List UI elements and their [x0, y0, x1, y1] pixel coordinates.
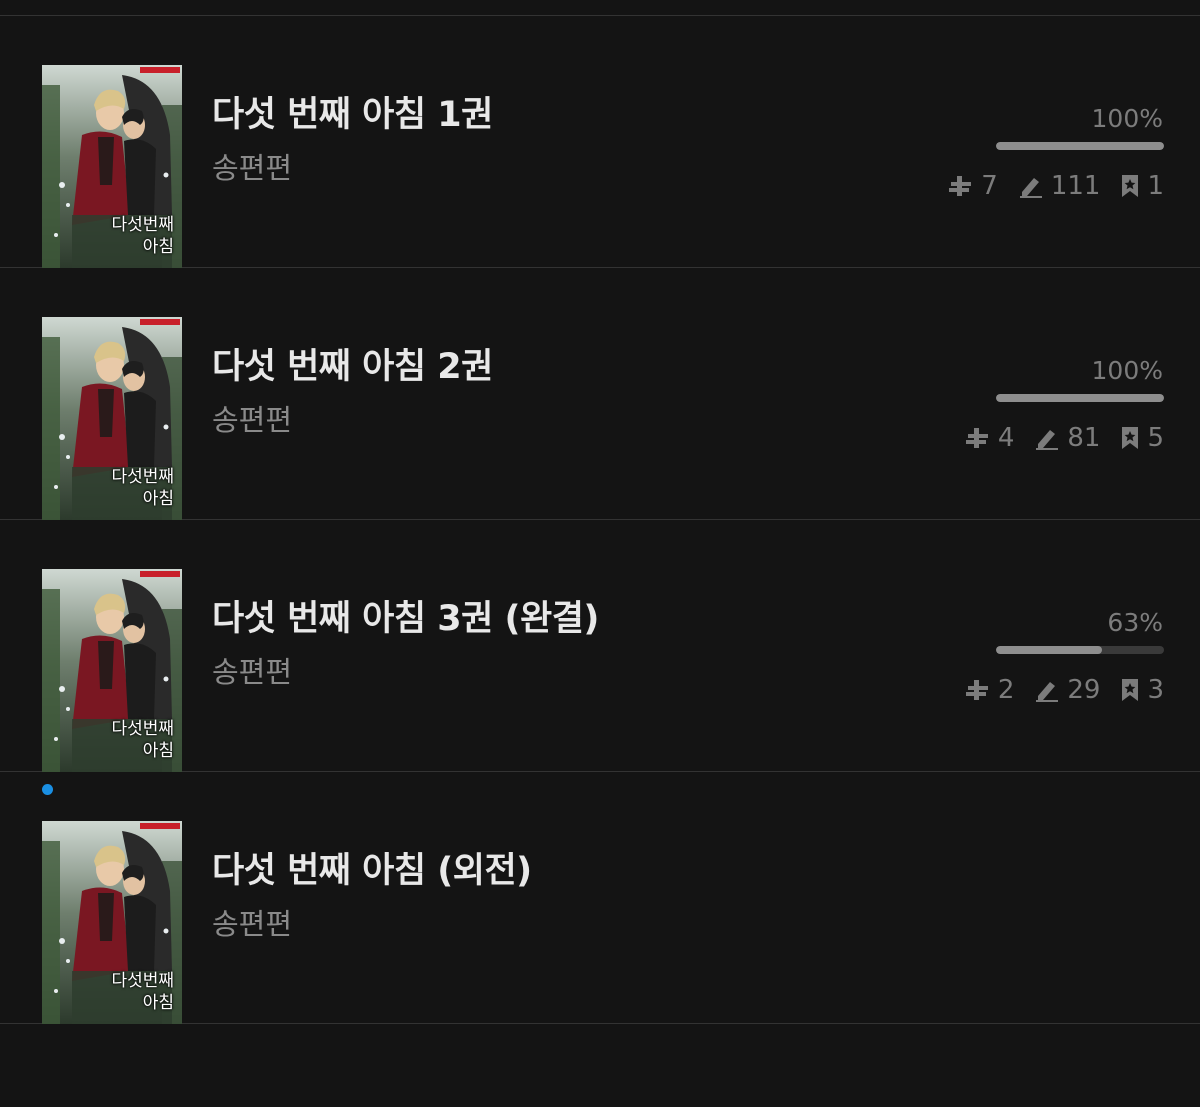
progress-bar [996, 394, 1164, 402]
book-list: 다섯번째 아침 다섯 번째 아침 1권 송편편 100% 7 111 1 다섯번… [0, 16, 1200, 1024]
highlight-stat[interactable]: 2 [965, 675, 1015, 705]
cover-badge [140, 319, 180, 325]
book-author: 송편편 [212, 403, 293, 437]
book-author: 송편편 [212, 907, 293, 941]
book-row[interactable]: 다섯번째 아침 다섯 번째 아침 3권 (완결) 송편편 63% 2 29 3 [0, 520, 1200, 772]
bookmark-icon [1120, 426, 1147, 450]
progress-bar [996, 646, 1164, 654]
bookmark-stat[interactable]: 3 [1120, 675, 1164, 705]
note-count: 29 [1067, 675, 1101, 705]
note-stat[interactable]: 29 [1034, 675, 1100, 705]
bookmark-count: 3 [1147, 675, 1164, 705]
book-row[interactable]: 다섯번째 아침 다섯 번째 아침 (외전) 송편편 [0, 772, 1200, 1024]
book-cover[interactable]: 다섯번째 아침 [42, 65, 182, 268]
cover-title: 다섯번째 아침 [111, 215, 174, 257]
pencil-icon [1034, 426, 1067, 450]
bookmark-stat[interactable]: 5 [1120, 423, 1164, 453]
progress-bar [996, 142, 1164, 150]
book-cover[interactable]: 다섯번째 아침 [42, 821, 182, 1024]
progress-percent: 63% [1107, 608, 1163, 637]
highlight-count: 7 [981, 171, 998, 201]
cover-title: 다섯번째 아침 [111, 719, 174, 761]
note-stat[interactable]: 111 [1018, 171, 1101, 201]
progress-percent: 100% [1091, 356, 1163, 385]
unread-dot [42, 784, 53, 795]
pencil-icon [1034, 678, 1067, 702]
highlight-icon [965, 678, 998, 702]
book-stats: 4 81 5 [945, 421, 1164, 455]
highlight-count: 2 [997, 675, 1015, 705]
book-title[interactable]: 다섯 번째 아침 3권 (완결) [212, 598, 599, 640]
note-count: 81 [1067, 423, 1101, 453]
highlight-icon [948, 174, 981, 198]
highlight-stat[interactable]: 7 [948, 171, 998, 201]
progress-fill [996, 142, 1164, 150]
cover-title: 다섯번째 아침 [111, 971, 174, 1013]
highlight-icon [965, 426, 998, 450]
cover-title: 다섯번째 아침 [111, 467, 174, 509]
bookmark-icon [1120, 678, 1147, 702]
note-stat[interactable]: 81 [1034, 423, 1100, 453]
cover-badge [140, 571, 180, 577]
bookmark-count: 1 [1147, 171, 1164, 201]
cover-badge [140, 67, 180, 73]
bookmark-icon [1120, 174, 1147, 198]
book-cover[interactable]: 다섯번째 아침 [42, 569, 182, 772]
cover-badge [140, 823, 180, 829]
book-stats: 7 111 1 [928, 169, 1164, 203]
library-page: 다섯번째 아침 다섯 번째 아침 1권 송편편 100% 7 111 1 다섯번… [0, 0, 1200, 1107]
book-row[interactable]: 다섯번째 아침 다섯 번째 아침 1권 송편편 100% 7 111 1 [0, 16, 1200, 268]
bookmark-count: 5 [1147, 423, 1164, 453]
book-title[interactable]: 다섯 번째 아침 2권 [212, 346, 493, 388]
bookmark-stat[interactable]: 1 [1120, 171, 1164, 201]
progress-percent: 100% [1091, 104, 1163, 133]
book-author: 송편편 [212, 655, 293, 689]
note-count: 111 [1050, 171, 1101, 201]
book-stats: 2 29 3 [945, 673, 1164, 707]
highlight-count: 4 [997, 423, 1015, 453]
progress-fill [996, 394, 1164, 402]
book-cover[interactable]: 다섯번째 아침 [42, 317, 182, 520]
book-title[interactable]: 다섯 번째 아침 1권 [212, 94, 493, 136]
highlight-stat[interactable]: 4 [965, 423, 1015, 453]
book-title[interactable]: 다섯 번째 아침 (외전) [212, 850, 532, 892]
progress-fill [996, 646, 1102, 654]
pencil-icon [1018, 174, 1051, 198]
book-row[interactable]: 다섯번째 아침 다섯 번째 아침 2권 송편편 100% 4 81 5 [0, 268, 1200, 520]
book-author: 송편편 [212, 151, 293, 185]
